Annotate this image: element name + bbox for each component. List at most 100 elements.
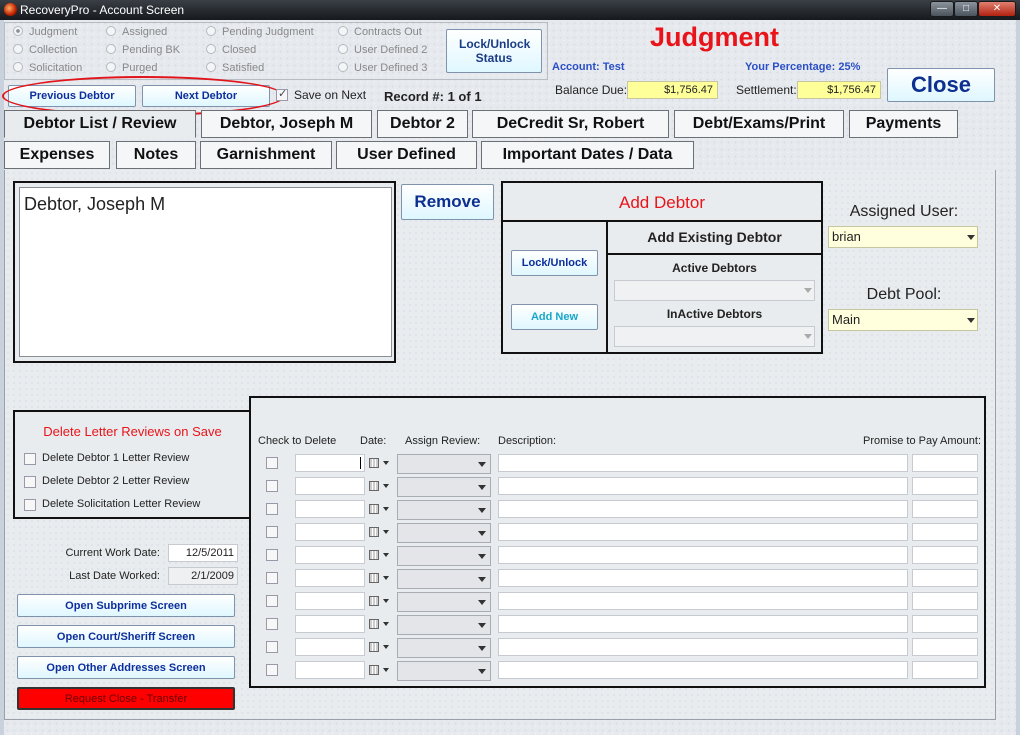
open-court-sheriff-button[interactable]: Open Court/Sheriff Screen bbox=[17, 625, 235, 648]
row-promise-amount-input[interactable] bbox=[912, 523, 978, 541]
maximize-icon[interactable]: □ bbox=[954, 1, 978, 17]
calendar-picker[interactable] bbox=[367, 501, 393, 518]
calendar-picker[interactable] bbox=[367, 547, 393, 564]
calendar-picker[interactable] bbox=[367, 455, 393, 472]
status-radio-purged[interactable]: Purged bbox=[106, 62, 157, 74]
row-date-input[interactable] bbox=[295, 454, 365, 472]
status-radio-collection[interactable]: Collection bbox=[13, 44, 77, 56]
row-delete-checkbox[interactable] bbox=[266, 618, 278, 630]
calendar-picker[interactable] bbox=[367, 524, 393, 541]
tab-garnishment[interactable]: Garnishment bbox=[200, 141, 332, 169]
inactive-debtors-dropdown[interactable] bbox=[614, 326, 815, 347]
row-promise-amount-input[interactable] bbox=[912, 500, 978, 518]
row-promise-amount-input[interactable] bbox=[912, 477, 978, 495]
row-description-input[interactable] bbox=[498, 546, 908, 564]
row-delete-checkbox[interactable] bbox=[266, 572, 278, 584]
row-delete-checkbox[interactable] bbox=[266, 664, 278, 676]
calendar-picker[interactable] bbox=[367, 593, 393, 610]
row-promise-amount-input[interactable] bbox=[912, 454, 978, 472]
row-promise-amount-input[interactable] bbox=[912, 638, 978, 656]
lock-unlock-button[interactable]: Lock/Unlock bbox=[511, 250, 598, 276]
row-date-input[interactable] bbox=[295, 477, 365, 495]
status-radio-judgment[interactable]: Judgment bbox=[13, 26, 77, 38]
status-radio-contracts-out[interactable]: Contracts Out bbox=[338, 26, 422, 38]
row-assign-review-dropdown[interactable] bbox=[397, 615, 491, 635]
row-description-input[interactable] bbox=[498, 638, 908, 656]
status-radio-pending-judgment[interactable]: Pending Judgment bbox=[206, 26, 314, 38]
row-date-input[interactable] bbox=[295, 546, 365, 564]
row-assign-review-dropdown[interactable] bbox=[397, 454, 491, 474]
row-delete-checkbox[interactable] bbox=[266, 503, 278, 515]
row-delete-checkbox[interactable] bbox=[266, 641, 278, 653]
row-assign-review-dropdown[interactable] bbox=[397, 638, 491, 658]
row-description-input[interactable] bbox=[498, 477, 908, 495]
row-description-input[interactable] bbox=[498, 523, 908, 541]
row-description-input[interactable] bbox=[498, 661, 908, 679]
row-promise-amount-input[interactable] bbox=[912, 592, 978, 610]
row-promise-amount-input[interactable] bbox=[912, 546, 978, 564]
open-subprime-button[interactable]: Open Subprime Screen bbox=[17, 594, 235, 617]
row-delete-checkbox[interactable] bbox=[266, 526, 278, 538]
status-radio-satisfied[interactable]: Satisfied bbox=[206, 62, 264, 74]
row-assign-review-dropdown[interactable] bbox=[397, 500, 491, 520]
row-date-input[interactable] bbox=[295, 615, 365, 633]
row-date-input[interactable] bbox=[295, 523, 365, 541]
status-radio-assigned[interactable]: Assigned bbox=[106, 26, 167, 38]
row-date-input[interactable] bbox=[295, 569, 365, 587]
row-delete-checkbox[interactable] bbox=[266, 549, 278, 561]
row-date-input[interactable] bbox=[295, 500, 365, 518]
status-radio-solicitation[interactable]: Solicitation bbox=[13, 62, 82, 74]
tab-payments[interactable]: Payments bbox=[849, 110, 958, 138]
delete-solicitation-review-checkbox[interactable] bbox=[24, 499, 36, 511]
row-assign-review-dropdown[interactable] bbox=[397, 477, 491, 497]
assigned-user-dropdown[interactable]: brian bbox=[828, 226, 978, 248]
row-date-input[interactable] bbox=[295, 638, 365, 656]
status-radio-user-defined-3[interactable]: User Defined 3 bbox=[338, 62, 427, 74]
row-assign-review-dropdown[interactable] bbox=[397, 592, 491, 612]
row-description-input[interactable] bbox=[498, 569, 908, 587]
tab-debt-exams-print[interactable]: Debt/Exams/Print bbox=[674, 110, 844, 138]
save-on-next-checkbox[interactable]: ✓ bbox=[276, 88, 288, 101]
row-date-input[interactable] bbox=[295, 592, 365, 610]
open-other-addresses-button[interactable]: Open Other Addresses Screen bbox=[17, 656, 235, 679]
row-assign-review-dropdown[interactable] bbox=[397, 546, 491, 566]
row-promise-amount-input[interactable] bbox=[912, 615, 978, 633]
calendar-picker[interactable] bbox=[367, 570, 393, 587]
active-debtors-dropdown[interactable] bbox=[614, 280, 815, 301]
delete-debtor1-review-checkbox[interactable] bbox=[24, 453, 36, 465]
row-delete-checkbox[interactable] bbox=[266, 595, 278, 607]
remove-button[interactable]: Remove bbox=[401, 184, 494, 220]
row-date-input[interactable] bbox=[295, 661, 365, 679]
lock-unlock-status-button[interactable]: Lock/Unlock Status bbox=[446, 29, 542, 73]
calendar-picker[interactable] bbox=[367, 639, 393, 656]
current-work-date-field[interactable]: 12/5/2011 bbox=[168, 544, 238, 562]
row-description-input[interactable] bbox=[498, 615, 908, 633]
calendar-picker[interactable] bbox=[367, 478, 393, 495]
status-radio-closed[interactable]: Closed bbox=[206, 44, 256, 56]
tab-debtor-list-review[interactable]: Debtor List / Review bbox=[4, 110, 196, 138]
tab-notes[interactable]: Notes bbox=[116, 141, 196, 169]
add-new-button[interactable]: Add New bbox=[511, 304, 598, 330]
tab-decredit-sr-robert[interactable]: DeCredit Sr, Robert bbox=[472, 110, 669, 138]
row-promise-amount-input[interactable] bbox=[912, 661, 978, 679]
calendar-picker[interactable] bbox=[367, 616, 393, 633]
close-window-icon[interactable]: ✕ bbox=[978, 1, 1016, 17]
row-assign-review-dropdown[interactable] bbox=[397, 569, 491, 589]
minimize-icon[interactable]: — bbox=[930, 1, 954, 17]
row-assign-review-dropdown[interactable] bbox=[397, 661, 491, 681]
tab-expenses[interactable]: Expenses bbox=[4, 141, 110, 169]
row-promise-amount-input[interactable] bbox=[912, 569, 978, 587]
calendar-picker[interactable] bbox=[367, 662, 393, 679]
row-delete-checkbox[interactable] bbox=[266, 480, 278, 492]
status-radio-pending-bk[interactable]: Pending BK bbox=[106, 44, 180, 56]
row-assign-review-dropdown[interactable] bbox=[397, 523, 491, 543]
debt-pool-dropdown[interactable]: Main bbox=[828, 309, 978, 331]
request-close-transfer-button[interactable]: Request Close - Transfer bbox=[17, 687, 235, 710]
row-delete-checkbox[interactable] bbox=[266, 457, 278, 469]
tab-debtor-joseph-m[interactable]: Debtor, Joseph M bbox=[201, 110, 372, 138]
row-description-input[interactable] bbox=[498, 454, 908, 472]
row-description-input[interactable] bbox=[498, 592, 908, 610]
status-radio-user-defined-2[interactable]: User Defined 2 bbox=[338, 44, 427, 56]
tab-debtor-2[interactable]: Debtor 2 bbox=[377, 110, 468, 138]
tab-user-defined[interactable]: User Defined bbox=[336, 141, 477, 169]
